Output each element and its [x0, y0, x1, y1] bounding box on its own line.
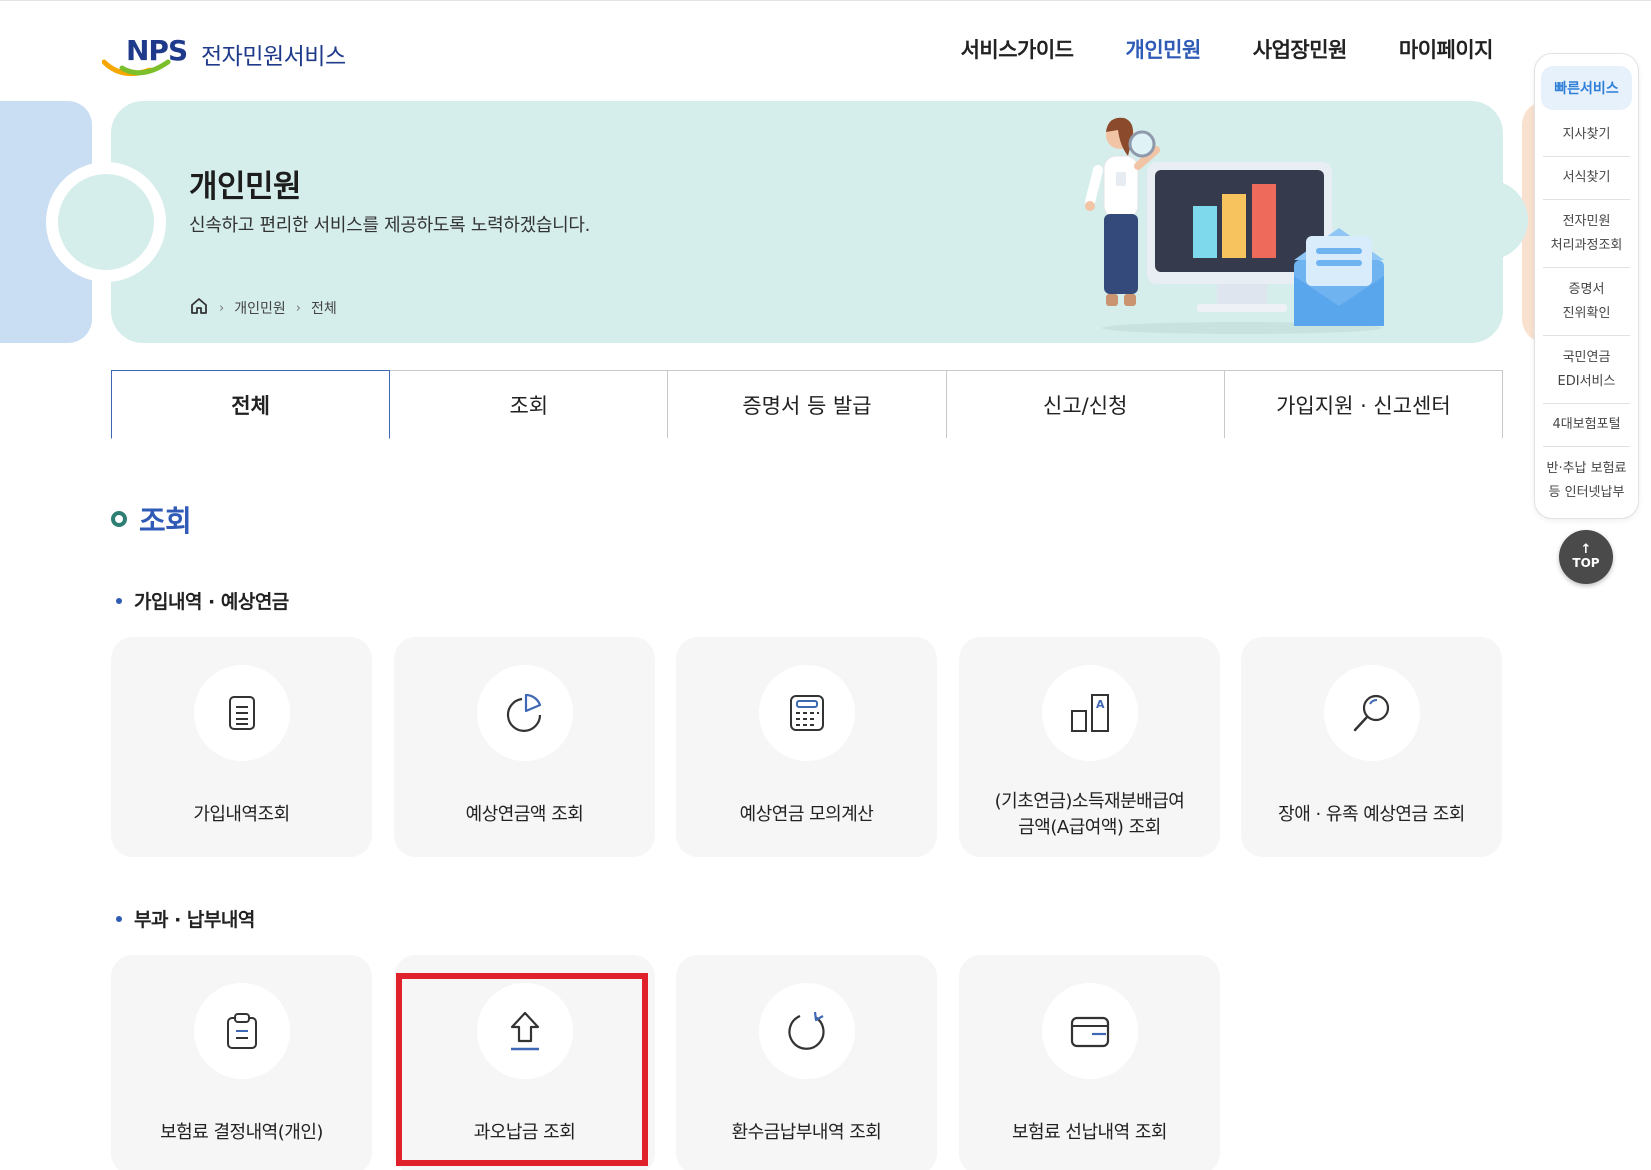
- tab-all[interactable]: 전체: [111, 370, 391, 439]
- card-label: (기초연금)소득재분배급여 금액(A급여액) 조회: [994, 790, 1185, 838]
- quick-item-edi-service[interactable]: 국민연금 EDI서비스: [1543, 336, 1630, 404]
- service-card-pension-simulation[interactable]: 예상연금 모의계산: [676, 637, 937, 857]
- service-card-income-redistribution[interactable]: A (기초연금)소득재분배급여 금액(A급여액) 조회: [959, 637, 1220, 857]
- card-label: 보험료 선납내역 조회: [1012, 1121, 1167, 1143]
- quick-item-form-finder[interactable]: 서식찾기: [1543, 157, 1630, 200]
- card-label: 예상연금액 조회: [465, 803, 584, 825]
- service-card-overpayment[interactable]: 과오납금 조회: [394, 955, 655, 1170]
- circle-bullet-icon: [111, 511, 127, 527]
- bullet-icon: [116, 915, 122, 922]
- tab-support[interactable]: 가입지원 · 신고센터: [1223, 370, 1504, 438]
- top-label: TOP: [1572, 556, 1600, 570]
- quick-item-process-status[interactable]: 전자민원 처리과정조회: [1543, 200, 1630, 268]
- section-title: 조회: [111, 498, 192, 540]
- card-label: 예상연금 모의계산: [739, 803, 874, 825]
- arrow-up-icon: ↑: [1580, 542, 1592, 557]
- chevron-right-icon: ›: [295, 300, 301, 316]
- quick-menu-list: 지사찾기 서식찾기 전자민원 처리과정조회 증명서 진위확인 국민연금 EDI서…: [1543, 114, 1630, 515]
- quick-item-certificate-verify[interactable]: 증명서 진위확인: [1543, 268, 1630, 336]
- hero-illustration: [1062, 110, 1392, 339]
- chevron-right-icon: ›: [219, 300, 225, 316]
- calculator-icon: [759, 665, 855, 761]
- category-tabs: 전체 조회 증명서 등 발급 신고/신청 가입지원 · 신고센터: [111, 370, 1504, 439]
- tab-certificate[interactable]: 증명서 등 발급: [667, 370, 947, 438]
- card-label: 과오납금 조회: [473, 1121, 576, 1143]
- bullet-icon: [116, 597, 122, 604]
- card-label: 보험료 결정내역(개인): [160, 1121, 323, 1143]
- tab-inquiry[interactable]: 조회: [389, 370, 669, 438]
- nav-mypage[interactable]: 마이페이지: [1399, 34, 1494, 64]
- wallet-icon: [1042, 983, 1138, 1079]
- group-title-text: 가입내역 · 예상연금: [134, 591, 289, 613]
- clipboard-icon: [194, 983, 290, 1079]
- service-card-refund-payment[interactable]: 환수금납부내역 조회: [676, 955, 937, 1170]
- section-title-text: 조회: [139, 504, 192, 538]
- hero-knob-decor: [46, 162, 166, 282]
- bar-compare-icon: A: [1042, 665, 1138, 761]
- home-icon[interactable]: [189, 296, 209, 320]
- quick-item-insurance-portal[interactable]: 4대보험포털: [1543, 404, 1630, 447]
- upload-arrow-icon: [477, 983, 573, 1079]
- nav-service-guide[interactable]: 서비스가이드: [961, 34, 1074, 64]
- service-card-premium-decision[interactable]: 보험료 결정내역(개인): [111, 955, 372, 1170]
- top-border: [0, 0, 1651, 1]
- nav-business[interactable]: 사업장민원: [1253, 34, 1348, 64]
- logo-mark: NPS: [126, 34, 188, 67]
- quick-item-branch-finder[interactable]: 지사찾기: [1543, 114, 1630, 157]
- refresh-icon: [759, 983, 855, 1079]
- nav-personal[interactable]: 개인민원: [1126, 34, 1202, 64]
- magnifier-icon: [1324, 665, 1420, 761]
- service-card-subscription-history[interactable]: 가입내역조회: [111, 637, 372, 857]
- breadcrumb-item[interactable]: 전체: [311, 298, 337, 318]
- breadcrumb: › 개인민원 › 전체: [189, 296, 337, 320]
- pie-chart-icon: [477, 665, 573, 761]
- tab-report[interactable]: 신고/신청: [945, 370, 1225, 438]
- group-title: 가입내역 · 예상연금: [116, 587, 289, 614]
- card-label: 환수금납부내역 조회: [731, 1121, 882, 1143]
- page-title: 개인민원: [189, 169, 302, 205]
- service-card-expected-pension[interactable]: 예상연금액 조회: [394, 637, 655, 857]
- card-label: 장애 · 유족 예상연금 조회: [1278, 803, 1465, 825]
- main-nav: 서비스가이드 개인민원 사업장민원 마이페이지: [961, 34, 1494, 64]
- nps-logo[interactable]: NPS 전자민원서비스: [102, 32, 382, 78]
- quick-menu: 빠른서비스 지사찾기 서식찾기 전자민원 처리과정조회 증명서 진위확인 국민연…: [1534, 53, 1639, 519]
- logo-text: 전자민원서비스: [201, 44, 346, 70]
- service-card-prepayment[interactable]: 보험료 선납내역 조회: [959, 955, 1220, 1170]
- service-card-disability-survivor[interactable]: 장애 · 유족 예상연금 조회: [1241, 637, 1502, 857]
- group-title: 부과 · 납부내역: [116, 905, 255, 932]
- page-subtitle: 신속하고 편리한 서비스를 제공하도록 노력하겠습니다.: [189, 215, 591, 236]
- quick-item-internet-payment[interactable]: 반·추납 보험료 등 인터넷납부: [1543, 447, 1630, 515]
- breadcrumb-item[interactable]: 개인민원: [234, 298, 286, 318]
- scroll-top-button[interactable]: ↑ TOP: [1559, 530, 1613, 584]
- document-list-icon: [194, 665, 290, 761]
- card-label: 가입내역조회: [193, 803, 290, 825]
- svg-text:A: A: [1096, 698, 1105, 711]
- quick-menu-title: 빠른서비스: [1541, 66, 1632, 110]
- group-title-text: 부과 · 납부내역: [134, 909, 255, 931]
